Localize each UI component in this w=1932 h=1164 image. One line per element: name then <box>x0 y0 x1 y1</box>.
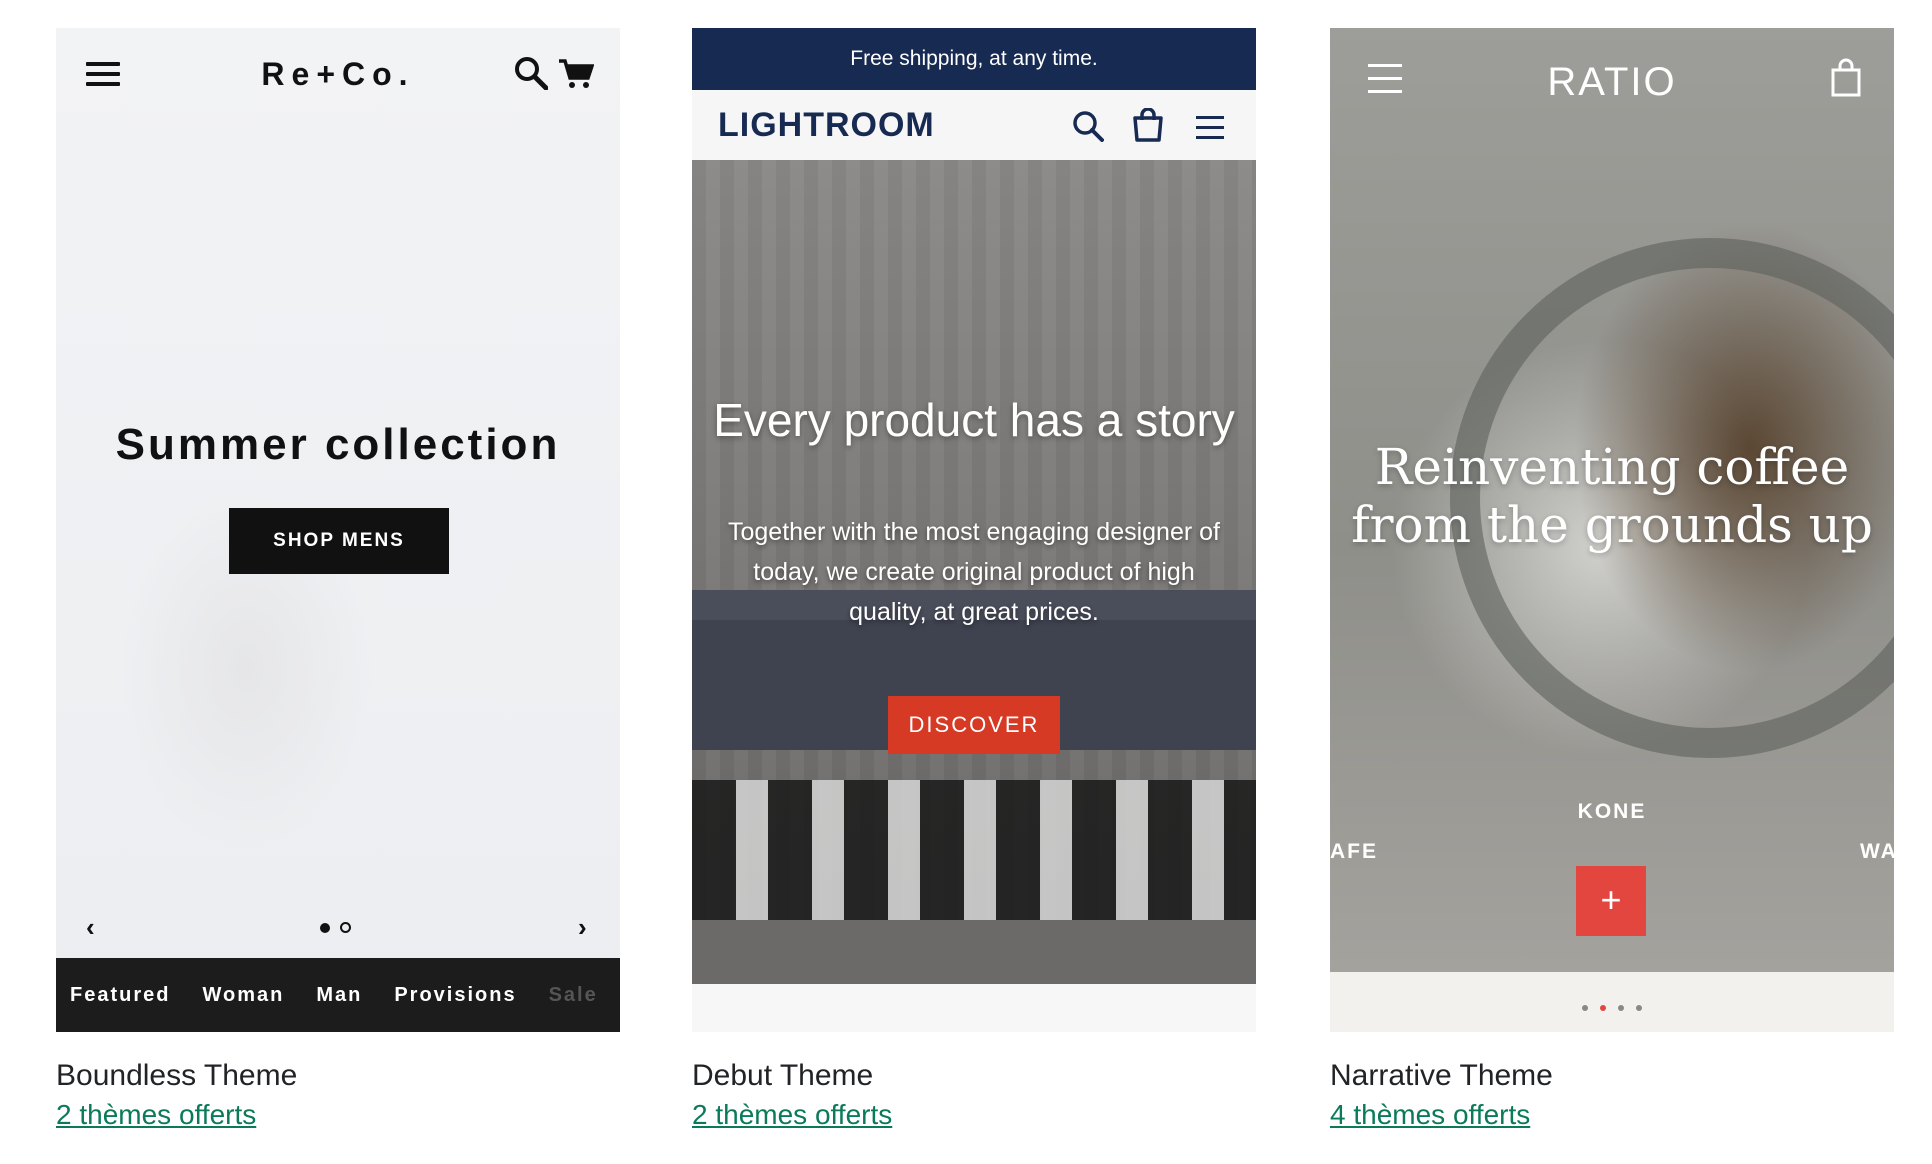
hero-headline: Summer collection <box>115 420 561 469</box>
product-label-left[interactable]: AFE <box>1330 840 1378 864</box>
slide-indicators <box>320 919 361 937</box>
slide-dot[interactable] <box>1636 1005 1642 1011</box>
discover-button[interactable]: DISCOVER <box>888 696 1060 754</box>
nav-item-provisions[interactable]: Provisions <box>394 958 516 1032</box>
free-themes-link[interactable]: 4 thèmes offerts <box>1330 1098 1530 1132</box>
floor <box>692 920 1256 984</box>
cart-icon <box>559 59 594 88</box>
slide-dot[interactable] <box>1582 1005 1588 1011</box>
shopping-bag-icon <box>1133 108 1163 142</box>
theme-card-debut: Free shipping, at any time. LIGHTROOM Ev… <box>692 28 1256 1132</box>
free-themes-link[interactable]: 2 thèmes offerts <box>692 1098 892 1132</box>
slide-dot[interactable] <box>1600 1005 1606 1011</box>
theme-preview-narrative[interactable]: RATIO Reinventing coffee from the ground… <box>1330 28 1894 1032</box>
slide-dot[interactable] <box>340 922 351 934</box>
store-logo: RATIO <box>1547 60 1677 104</box>
category-nav: Featured Woman Man Provisions Sale <box>56 958 620 1032</box>
store-logo: LIGHTROOM <box>718 106 935 144</box>
chevron-right-icon[interactable]: › <box>578 912 587 943</box>
slide-dot[interactable] <box>320 922 330 933</box>
plus-button[interactable]: + <box>1576 866 1646 936</box>
slide-dot[interactable] <box>1618 1005 1624 1011</box>
theme-name: Narrative Theme <box>1330 1059 1553 1092</box>
search-icon <box>1073 111 1104 142</box>
free-themes-link[interactable]: 2 thèmes offerts <box>56 1098 256 1132</box>
preview-header: Re+Co. <box>56 28 620 120</box>
nav-item-man[interactable]: Man <box>316 958 362 1032</box>
striped-rug <box>692 780 1256 920</box>
hero-subtext: Together with the most engaging designer… <box>728 518 1220 626</box>
theme-card-boundless: Re+Co. Summer collection SHOP MENS ‹ › F… <box>56 28 620 1132</box>
preview-header: RATIO <box>1330 28 1894 138</box>
nav-item-woman[interactable]: Woman <box>202 958 284 1032</box>
theme-name: Boundless Theme <box>56 1059 298 1092</box>
theme-preview-debut[interactable]: Free shipping, at any time. LIGHTROOM Ev… <box>692 28 1256 1032</box>
hero-image <box>56 28 620 958</box>
search-icon <box>515 57 548 90</box>
product-label-right[interactable]: WA <box>1860 840 1894 864</box>
hero-headline: Every product has a story <box>713 394 1235 446</box>
nav-item-sale[interactable]: Sale <box>549 958 598 1032</box>
chevron-left-icon[interactable]: ‹ <box>86 912 95 943</box>
theme-card-narrative: RATIO Reinventing coffee from the ground… <box>1330 28 1894 1132</box>
preview-footer <box>1330 972 1894 1032</box>
slide-indicators <box>1330 998 1894 1016</box>
theme-preview-boundless[interactable]: Re+Co. Summer collection SHOP MENS ‹ › F… <box>56 28 620 1032</box>
product-label-center[interactable]: KONE <box>1330 800 1894 824</box>
preview-header: LIGHTROOM <box>692 90 1256 160</box>
announcement-bar: Free shipping, at any time. <box>692 28 1256 90</box>
shopping-bag-icon <box>1831 58 1861 97</box>
hero-headline: Reinventing coffee from the grounds up <box>1351 438 1873 554</box>
shop-mens-button[interactable]: SHOP MENS <box>229 508 449 574</box>
nav-item-featured[interactable]: Featured <box>70 958 170 1032</box>
hamburger-menu-icon <box>1196 116 1224 146</box>
theme-name: Debut Theme <box>692 1059 874 1092</box>
